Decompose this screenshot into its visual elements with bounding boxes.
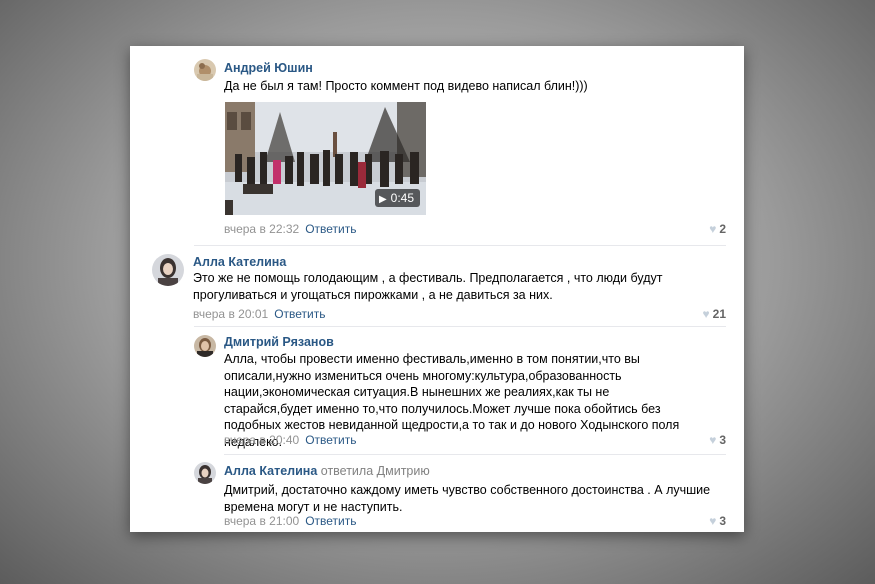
heart-icon: ♥: [709, 222, 717, 236]
reply-button[interactable]: Ответить: [305, 222, 356, 236]
avatar[interactable]: [194, 462, 216, 484]
comment-meta: вчера в 22:32 Ответить: [224, 222, 356, 236]
author-name-line: Алла Кателина ответила Дмитрию: [224, 464, 430, 478]
avatar[interactable]: [194, 59, 216, 81]
author-name[interactable]: Андрей Юшин: [224, 61, 313, 75]
comment-time[interactable]: вчера в 20:01: [193, 307, 268, 321]
comment-meta: вчера в 20:01 Ответить: [193, 307, 325, 321]
comment-meta: вчера в 20:40 Ответить: [224, 433, 356, 447]
like-button[interactable]: ♥ 21: [703, 307, 726, 321]
avatar[interactable]: [194, 335, 216, 357]
heart-icon: ♥: [702, 307, 710, 321]
comments-card: Андрей Юшин Да не был я там! Просто комм…: [130, 46, 744, 532]
comment-time[interactable]: вчера в 22:32: [224, 222, 299, 236]
comment-text: Дмитрий, достаточно каждому иметь чувств…: [224, 483, 711, 514]
like-count: 3: [719, 514, 726, 528]
like-button[interactable]: ♥ 3: [709, 433, 726, 447]
reply-button[interactable]: Ответить: [305, 433, 356, 447]
comment-time[interactable]: вчера в 20:40: [224, 433, 299, 447]
play-icon: ▶: [378, 194, 387, 205]
comment-reply: Андрей Юшин Да не был я там! Просто комм…: [130, 46, 744, 246]
reply-word: ответила: [320, 464, 374, 478]
like-button[interactable]: ♥ 2: [709, 222, 726, 236]
video-duration: ▶ 0:45: [374, 189, 420, 207]
comment-meta: вчера в 21:00 Ответить: [224, 514, 356, 528]
comment-reply: Алла Кателина ответила Дмитрию Дмитрий, …: [130, 455, 744, 532]
reply-to-name[interactable]: Дмитрию: [377, 464, 430, 478]
heart-icon: ♥: [709, 433, 717, 447]
author-name[interactable]: Алла Кателина: [224, 464, 317, 478]
author-name[interactable]: Алла Кателина: [193, 255, 286, 269]
video-thumbnail[interactable]: ▶ 0:45: [225, 102, 426, 215]
reply-button[interactable]: Ответить: [274, 307, 325, 321]
comment: Алла Кателина Это же не помощь голодающи…: [130, 246, 744, 326]
comment-text: Да не был я там! Просто коммент под виде…: [224, 79, 588, 93]
like-button[interactable]: ♥ 3: [709, 514, 726, 528]
heart-icon: ♥: [709, 514, 717, 528]
duration-label: 0:45: [390, 191, 414, 205]
comment-time[interactable]: вчера в 21:00: [224, 514, 299, 528]
comment-reply: Дмитрий Рязанов Алла, чтобы провести име…: [130, 327, 744, 452]
author-name[interactable]: Дмитрий Рязанов: [224, 335, 334, 349]
avatar[interactable]: [152, 254, 184, 286]
like-count: 21: [712, 307, 726, 321]
like-count: 2: [719, 222, 726, 236]
reply-button[interactable]: Ответить: [305, 514, 356, 528]
like-count: 3: [719, 433, 726, 447]
comment-text: Это же не помощь голодающим , а фестивал…: [193, 271, 663, 302]
